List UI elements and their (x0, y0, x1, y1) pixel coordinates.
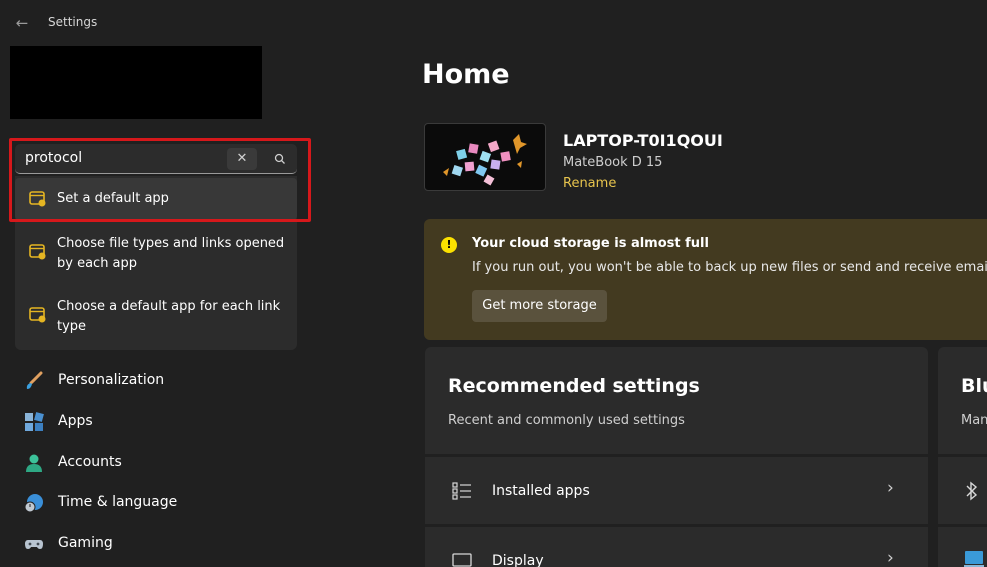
bluetooth-row[interactable] (938, 457, 987, 524)
sidebar-item-apps[interactable]: Apps (14, 404, 304, 440)
sidebar-item-label: Time & language (58, 494, 178, 510)
suggestion-label: Choose a default app for each link type (57, 299, 281, 334)
devices-row[interactable] (938, 527, 987, 567)
row-label: Display (492, 553, 544, 567)
chevron-right-icon: › (887, 548, 894, 567)
cloud-storage-warning: ! Your cloud storage is almost full If y… (424, 219, 987, 340)
apps-icon (25, 412, 44, 431)
bluetooth-icon (966, 481, 978, 501)
warning-body: If you run out, you won't be able to bac… (472, 260, 987, 275)
device-icon (964, 551, 984, 567)
rename-link[interactable]: Rename (563, 176, 616, 191)
sidebar-item-label: Gaming (58, 535, 113, 551)
get-more-storage-button[interactable]: Get more storage (472, 290, 607, 322)
card-subtitle: Man (961, 413, 987, 428)
card-title: Blu (961, 375, 987, 397)
page-title: Home (422, 59, 510, 90)
account-profile-redacted (10, 46, 262, 119)
person-icon (26, 454, 42, 472)
card-title: Recommended settings (448, 375, 700, 397)
highlight-annotation (9, 138, 311, 222)
settings-row-installed-apps[interactable]: Installed apps › (425, 457, 928, 524)
card-subtitle: Recent and commonly used settings (448, 413, 685, 428)
monitor-icon (452, 553, 472, 567)
sidebar-item-label: Personalization (58, 372, 165, 388)
back-button[interactable]: ← (10, 12, 34, 34)
device-wallpaper-thumbnail (424, 123, 546, 191)
sidebar-item-personalization[interactable]: Personalization (14, 363, 304, 399)
sidebar-item-label: Apps (58, 413, 93, 429)
default-app-icon (29, 307, 46, 323)
settings-row-display[interactable]: Display › (425, 527, 928, 567)
row-label: Installed apps (492, 483, 590, 499)
bluetooth-card: Blu Man (938, 347, 987, 454)
warning-icon: ! (441, 237, 457, 253)
device-model: MateBook D 15 (563, 155, 663, 170)
sidebar-item-time-language[interactable]: Time & language (14, 485, 304, 521)
list-icon (452, 482, 471, 500)
suggestion-label: Choose file types and links opened by ea… (57, 236, 285, 271)
back-arrow-icon: ← (15, 14, 29, 32)
sidebar-item-gaming[interactable]: Gaming (14, 526, 304, 562)
suggestion-item[interactable]: Choose a default app for each link type (15, 295, 297, 345)
default-app-icon (29, 244, 46, 260)
device-name: LAPTOP-T0I1QOUI (563, 131, 723, 150)
suggestion-item[interactable]: Choose file types and links opened by ea… (15, 232, 297, 282)
gamepad-icon (25, 540, 43, 549)
app-title: Settings (48, 15, 98, 29)
brush-icon (26, 371, 43, 389)
recommended-settings-card: Recommended settings Recent and commonly… (425, 347, 928, 454)
sidebar-item-label: Accounts (58, 454, 122, 470)
globe-clock-icon (24, 494, 43, 513)
sidebar-item-accounts[interactable]: Accounts (14, 445, 304, 481)
chevron-right-icon: › (887, 478, 894, 498)
warning-title: Your cloud storage is almost full (472, 236, 709, 251)
